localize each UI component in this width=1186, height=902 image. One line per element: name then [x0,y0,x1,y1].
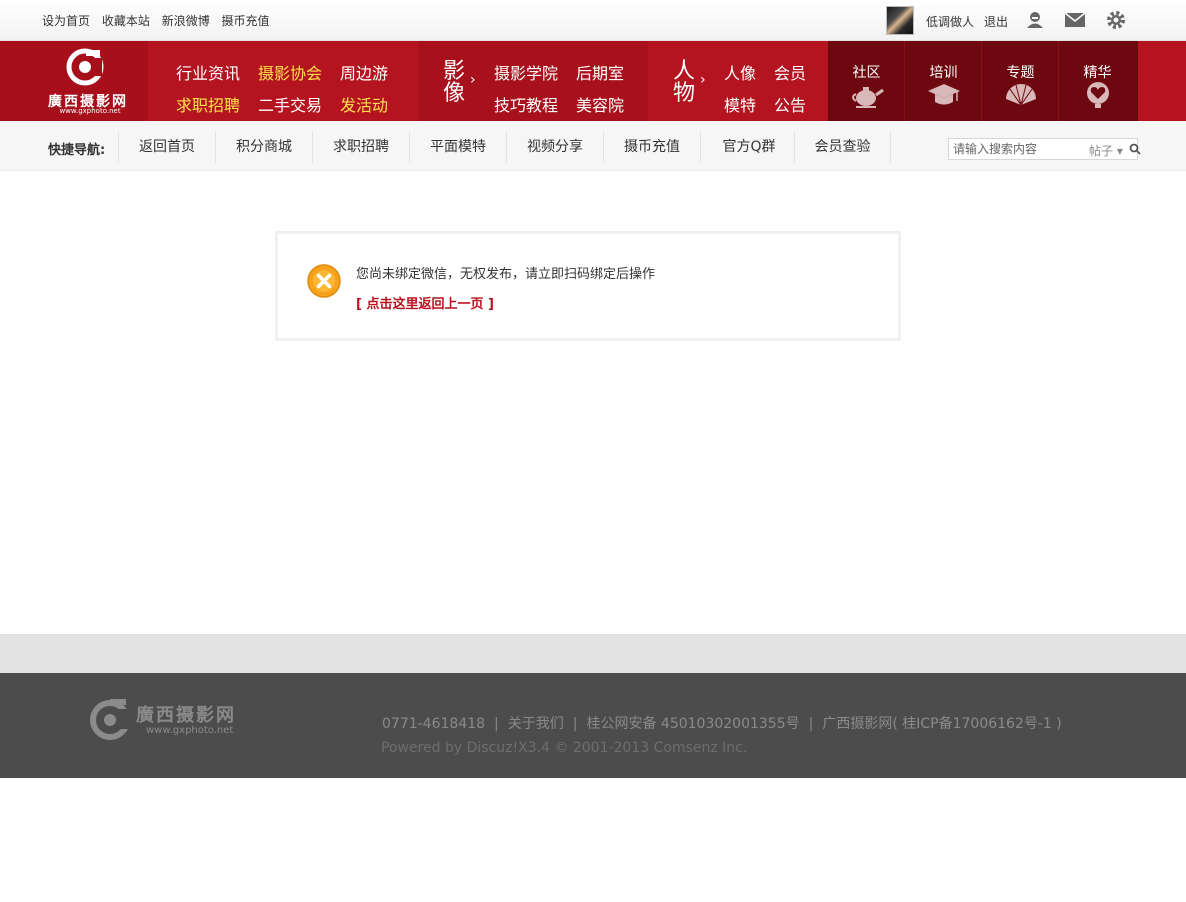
logout-link[interactable]: 退出 [984,13,1008,30]
people-group-title-bottom: 物 [672,81,695,106]
sina-weibo-link[interactable]: 新浪微博 [162,14,210,28]
nav-models[interactable]: 模特 [724,92,756,116]
nav-group-image: 影 像 › 摄影学院 后期室 技巧教程 美容院 [418,41,648,121]
teapot-icon [852,87,884,108]
quick-nav-video[interactable]: 视频分享 [506,131,603,163]
nav-portrait[interactable]: 人像 [724,60,756,84]
feature-label: 精华 [1083,65,1112,81]
quick-nav-recharge[interactable]: 摄币充值 [603,131,700,163]
set-homepage-link[interactable]: 设为首页 [42,14,90,28]
feature-community[interactable]: 社区 [828,41,905,121]
search-input[interactable] [953,141,1083,157]
quick-nav-models[interactable]: 平面模特 [409,131,506,163]
nav-beauty-salon[interactable]: 美容院 [576,92,624,116]
footer-info: 0771-4618418 | 关于我们 | 桂公网安备 45010302001355号 |… [382,716,1062,732]
fan-icon [1006,84,1036,106]
bookmark-link[interactable]: 收藏本站 [102,14,150,28]
header-right-edge [1138,41,1186,121]
nav-announcements[interactable]: 公告 [774,92,806,116]
logo-url: www.gxphoto.net [59,107,121,115]
nav-tutorials[interactable]: 技巧教程 [494,92,558,116]
feature-label: 社区 [852,65,881,81]
feature-topics[interactable]: 专题 [982,41,1059,121]
footer-powered: Powered by Discuz!X3.4 © 2001-2013 Comse… [381,740,748,756]
nav-group-people: 人 物 › 人像 会员 模特 公告 [648,41,828,121]
feature-label: 专题 [1006,65,1035,81]
username-link[interactable]: 低调做人 [926,13,974,30]
footer-logo-icon [90,699,132,740]
nav-post-event[interactable]: 发活动 [340,92,388,116]
user-icon[interactable] [1024,10,1046,30]
quick-nav-jobs[interactable]: 求职招聘 [312,131,409,163]
nav-group-features: 社区 培训 专题 精华 [828,41,1138,121]
quick-nav-qq-group[interactable]: 官方Q群 [700,131,797,163]
footer: 廣西摄影网 www.gxphoto.net 0771-4618418 | 关于我们 |… [0,673,1186,778]
footer-logo-url: www.gxphoto.net [146,725,234,736]
graduation-cap-icon [928,84,960,105]
chevron-right-icon: › [470,72,476,88]
search-box: 帖子 ▾ [948,138,1141,160]
footer-about-link[interactable]: 关于我们 [508,716,564,732]
message-text: 您尚未绑定微信，无权发布，请立即扫码绑定后操作 [356,267,656,282]
feature-label: 培训 [929,65,958,81]
logo-icon [66,48,104,86]
quick-nav-member-verify[interactable]: 会员查验 [794,131,891,163]
top-links: 设为首页 收藏本站 新浪微博 摄币充值 [42,12,278,29]
search-type-select[interactable]: 帖子 ▾ [1089,142,1123,159]
nav-secondhand[interactable]: 二手交易 [258,92,322,116]
message-box: 您尚未绑定微信，无权发布，请立即扫码绑定后操作 [ 点击这里返回上一页 ] [275,231,901,341]
top-bar: 设为首页 收藏本站 新浪微博 摄币充值 低调做人 退出 [0,0,1186,41]
footer-icp[interactable]: 广西摄影网( 桂ICP备17006162号-1 ) [822,716,1061,732]
footer-phone: 0771-4618418 [382,716,486,732]
footer-band [0,634,1186,673]
search-icon[interactable] [1129,143,1141,155]
chevron-right-icon: › [700,72,706,88]
gear-icon[interactable] [1105,10,1127,30]
main-header: 廣西摄影网 www.gxphoto.net 行业资讯 摄影协会 周边游 求职招聘… [0,41,1186,121]
footer-police-record[interactable]: 桂公网安备 45010302001355号 [586,716,799,732]
nav-photo-school[interactable]: 摄影学院 [494,60,558,84]
logo-area[interactable]: 廣西摄影网 www.gxphoto.net [0,41,148,121]
quick-nav-home[interactable]: 返回首页 [118,131,215,163]
footer-logo: 廣西摄影网 www.gxphoto.net [88,693,248,745]
nav-photo-association[interactable]: 摄影协会 [258,60,322,84]
people-group-title-top: 人 [672,59,695,84]
nav-members[interactable]: 会员 [774,60,806,84]
mail-icon[interactable] [1064,10,1086,30]
back-link[interactable]: [ 点击这里返回上一页 ] [356,293,494,312]
nav-post-processing[interactable]: 后期室 [576,60,624,84]
quick-nav: 快捷导航: 返回首页 积分商城 求职招聘 平面模特 视频分享 摄币充值 官方Q群… [0,121,1186,171]
avatar[interactable] [886,6,914,35]
quick-nav-points-mall[interactable]: 积分商城 [215,131,312,163]
feature-training[interactable]: 培训 [905,41,982,121]
error-icon [307,264,341,298]
nav-industry-news[interactable]: 行业资讯 [176,60,240,84]
image-group-title-top: 影 [442,59,465,84]
image-group-title-bottom: 像 [442,81,465,106]
nav-nearby-travel[interactable]: 周边游 [340,60,388,84]
nav-group-main: 行业资讯 摄影协会 周边游 求职招聘 二手交易 发活动 [148,41,418,121]
heart-icon [1087,82,1109,108]
footer-logo-name: 廣西摄影网 [136,705,236,726]
recharge-link[interactable]: 摄币充值 [222,14,270,28]
nav-jobs[interactable]: 求职招聘 [176,92,240,116]
feature-essence[interactable]: 精华 [1059,41,1136,121]
quick-nav-title: 快捷导航: [48,143,106,158]
